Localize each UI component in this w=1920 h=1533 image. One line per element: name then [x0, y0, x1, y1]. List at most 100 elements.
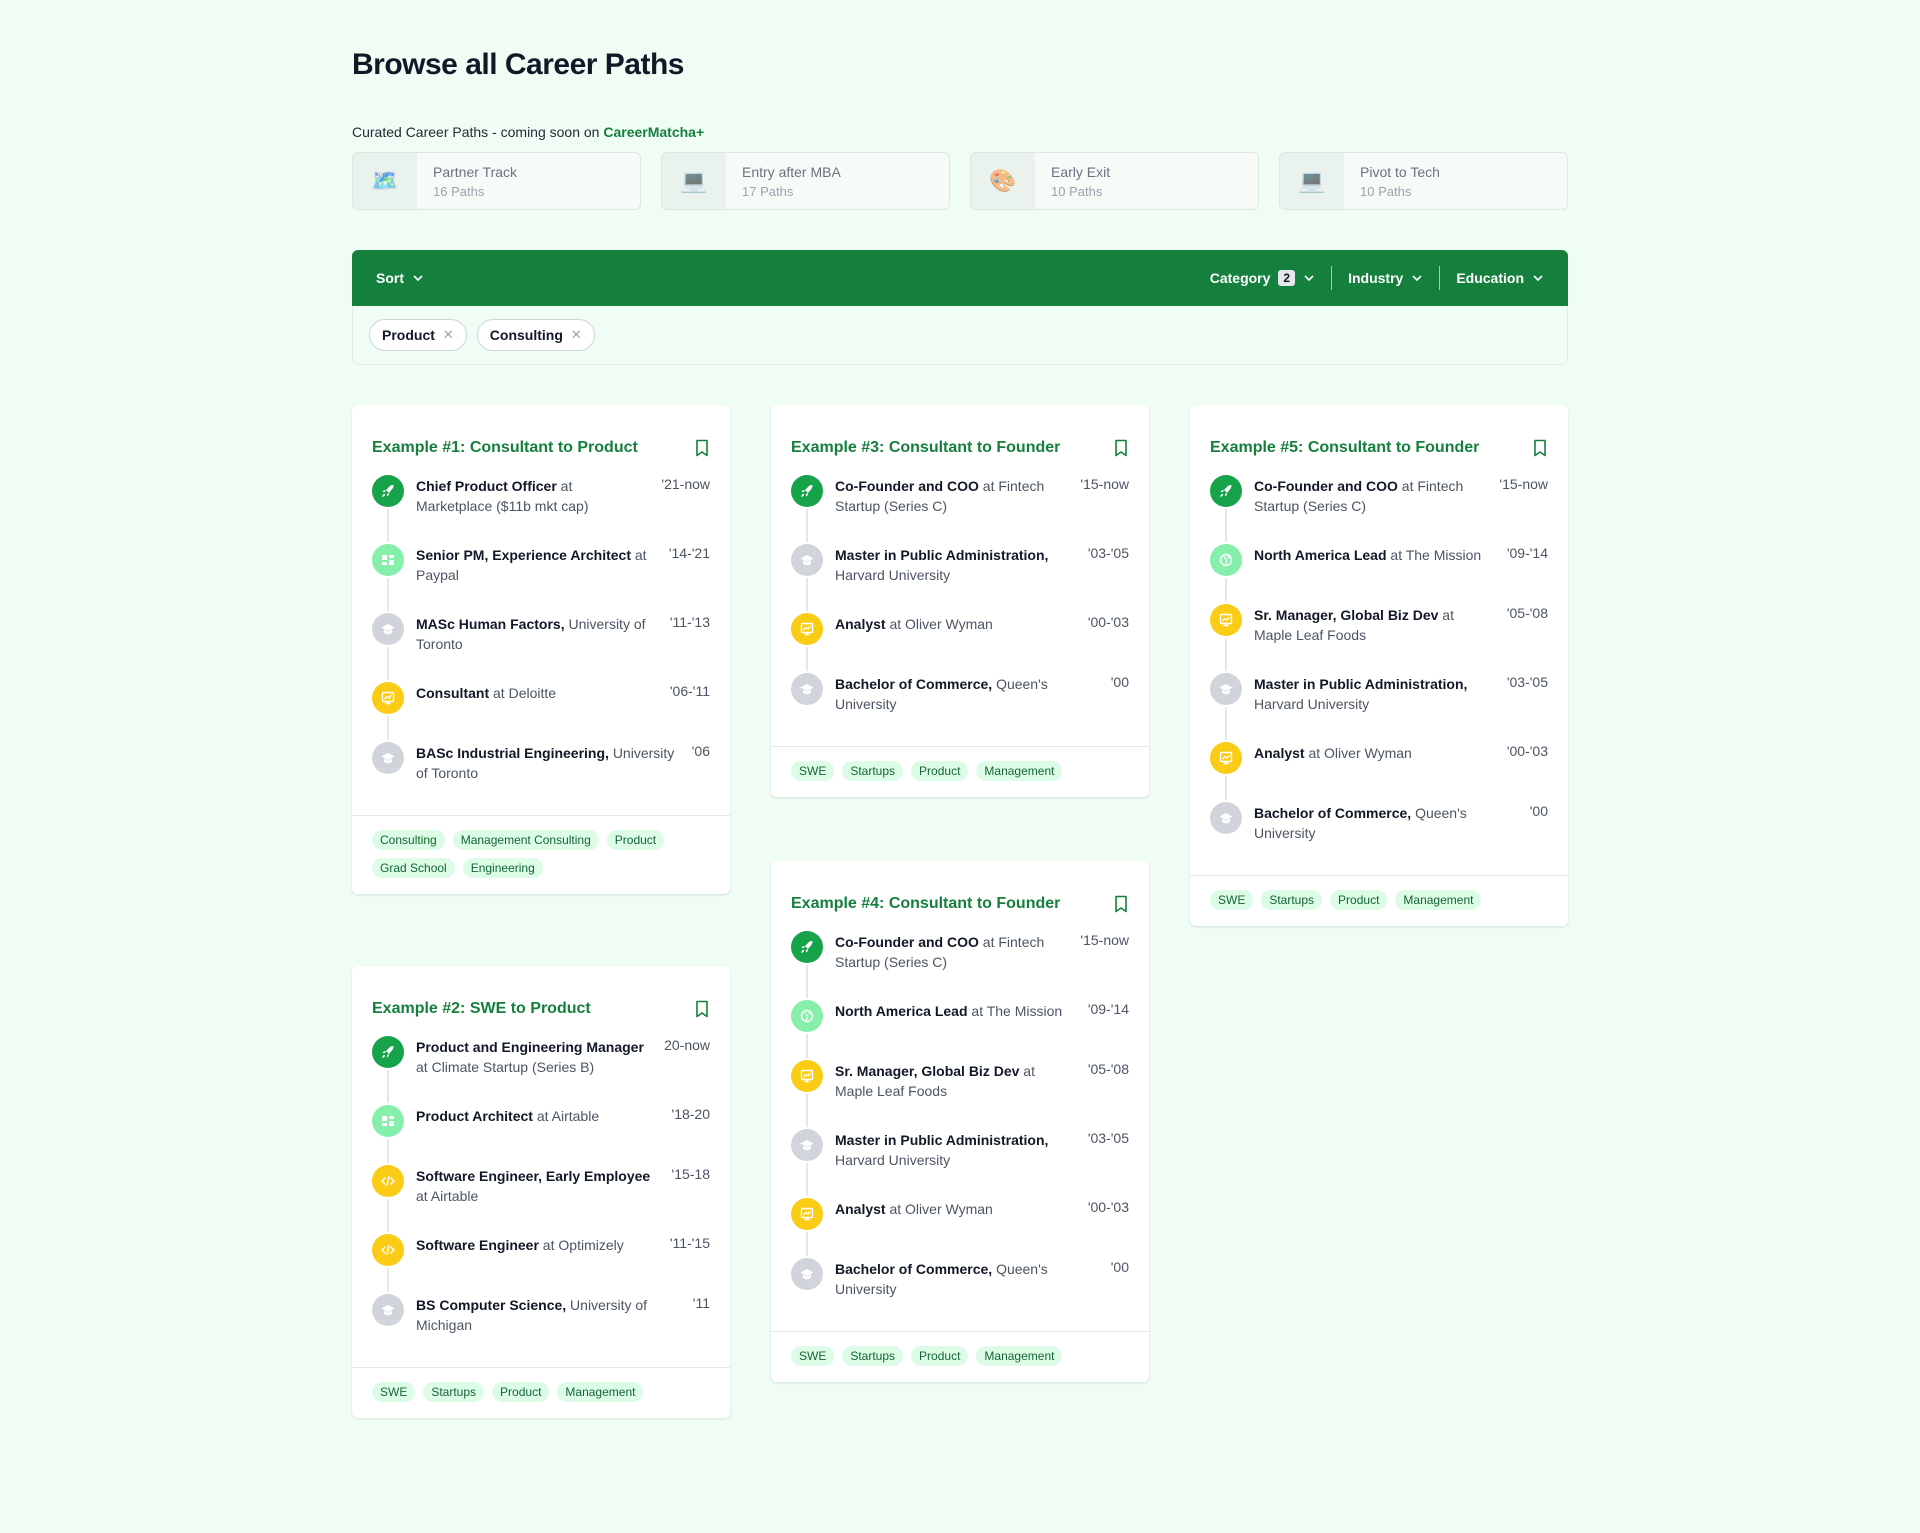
- card-title[interactable]: Example #1: Consultant to Product: [372, 439, 638, 457]
- sort-dropdown[interactable]: Sort: [352, 270, 424, 286]
- filter-chip-label: Consulting: [489, 327, 563, 343]
- curated-path-card[interactable]: 💻 Pivot to Tech 10 Paths: [1279, 152, 1568, 210]
- tag[interactable]: Consulting: [372, 830, 445, 850]
- career-path-card[interactable]: Example #5: Consultant to Founder Co-Foun…: [1190, 405, 1568, 926]
- timeline-body: Co-Founder and COO at Fintech Startup (S…: [1254, 475, 1487, 516]
- graduation-cap-icon: [372, 1294, 404, 1326]
- date-range: '05-'08: [1506, 605, 1548, 621]
- tag[interactable]: Product: [911, 761, 969, 781]
- timeline-item: Consultant at Deloitte '06-'11: [372, 682, 710, 742]
- timeline-body: Master in Public Administration, Harvard…: [835, 1129, 1076, 1170]
- timeline-body: Sr. Manager, Global Biz Dev at Maple Lea…: [835, 1060, 1076, 1101]
- category-count-badge: 2: [1278, 270, 1296, 286]
- timeline-item: Master in Public Administration, Harvard…: [791, 1129, 1129, 1198]
- tag[interactable]: Startups: [423, 1382, 485, 1402]
- organization: Optimizely: [558, 1237, 624, 1253]
- education-dropdown[interactable]: Education: [1439, 266, 1568, 290]
- date-range: '03-'05: [1087, 1130, 1129, 1146]
- date-range: '11-'13: [669, 614, 710, 630]
- curated-path-name: Entry after MBA: [742, 163, 841, 180]
- date-range: '11-'15: [669, 1235, 710, 1251]
- board-icon: [372, 1105, 404, 1137]
- org-separator: at: [885, 616, 906, 632]
- role-title: Co-Founder and COO: [1254, 478, 1398, 494]
- tag[interactable]: Product: [606, 830, 665, 850]
- filter-chip[interactable]: Consulting ✕: [476, 319, 595, 351]
- timeline-item: Bachelor of Commerce, Queen's University…: [791, 1258, 1129, 1327]
- tag[interactable]: Engineering: [462, 858, 543, 878]
- role-title: Software Engineer: [416, 1237, 539, 1253]
- rocket-icon: [372, 475, 404, 507]
- timeline-body: Bachelor of Commerce, Queen's University: [835, 1258, 1099, 1299]
- category-dropdown[interactable]: Category 2: [1194, 266, 1331, 290]
- card-title[interactable]: Example #5: Consultant to Founder: [1210, 439, 1479, 457]
- tag[interactable]: SWE: [372, 1382, 416, 1402]
- tag[interactable]: Startups: [842, 761, 904, 781]
- curated-path-card[interactable]: 💻 Entry after MBA 17 Paths: [661, 152, 950, 210]
- timeline-item: Product and Engineering Manager at Clima…: [372, 1036, 710, 1105]
- card-title[interactable]: Example #3: Consultant to Founder: [791, 439, 1060, 457]
- timeline-body: Product and Engineering Manager at Clima…: [416, 1036, 652, 1077]
- tag[interactable]: Grad School: [372, 858, 455, 878]
- bookmark-icon[interactable]: [694, 1000, 710, 1018]
- career-path-card[interactable]: Example #2: SWE to Product Product and En…: [352, 966, 730, 1418]
- tag[interactable]: Management: [976, 761, 1063, 781]
- timeline-body: BASc Industrial Engineering, University …: [416, 742, 680, 783]
- career-path-card[interactable]: Example #3: Consultant to Founder Co-Foun…: [771, 405, 1149, 797]
- tag[interactable]: SWE: [791, 761, 835, 781]
- tag[interactable]: Startups: [842, 1346, 904, 1366]
- tag[interactable]: SWE: [791, 1346, 835, 1366]
- role-title: Sr. Manager, Global Biz Dev: [1254, 607, 1439, 623]
- bookmark-icon[interactable]: [1532, 439, 1548, 457]
- filter-chip[interactable]: Product ✕: [369, 319, 467, 351]
- brand-link[interactable]: CareerMatcha+: [603, 124, 704, 140]
- timeline-body: Analyst at Oliver Wyman: [835, 613, 1076, 634]
- close-icon[interactable]: ✕: [571, 327, 582, 343]
- tag[interactable]: Startups: [1261, 890, 1323, 910]
- tag[interactable]: Product: [492, 1382, 550, 1402]
- curated-prefix: Curated Career Paths - coming soon on: [352, 124, 604, 140]
- tag[interactable]: Management: [1395, 890, 1482, 910]
- card-title[interactable]: Example #2: SWE to Product: [372, 1000, 591, 1018]
- tag[interactable]: Product: [911, 1346, 969, 1366]
- timeline-body: Sr. Manager, Global Biz Dev at Maple Lea…: [1254, 604, 1495, 645]
- bookmark-icon[interactable]: [1113, 895, 1129, 913]
- organization: Marketplace ($11b mkt cap): [416, 498, 589, 514]
- timeline-item: BS Computer Science, University of Michi…: [372, 1294, 710, 1363]
- curated-path-card[interactable]: 🗺️ Partner Track 16 Paths: [352, 152, 641, 210]
- close-icon[interactable]: ✕: [443, 327, 454, 343]
- rocket-icon: [1210, 475, 1242, 507]
- role-title: Master in Public Administration,: [1254, 676, 1468, 692]
- card-title[interactable]: Example #4: Consultant to Founder: [791, 895, 1060, 913]
- tag[interactable]: Management: [976, 1346, 1063, 1366]
- sort-label: Sort: [376, 270, 404, 286]
- timeline-body: Master in Public Administration, Harvard…: [1254, 673, 1495, 714]
- role-title: Consultant: [416, 685, 490, 701]
- graduation-cap-icon: [1210, 673, 1242, 705]
- tag[interactable]: SWE: [1210, 890, 1254, 910]
- tag[interactable]: Management Consulting: [452, 830, 599, 850]
- timeline-item: Analyst at Oliver Wyman '00-'03: [1210, 742, 1548, 802]
- bookmark-icon[interactable]: [694, 439, 710, 457]
- timeline-body: Software Engineer, Early Employee at Air…: [416, 1165, 660, 1206]
- career-timeline: Co-Founder and COO at Fintech Startup (S…: [771, 465, 1149, 746]
- timeline-item: Software Engineer at Optimizely '11-'15: [372, 1234, 710, 1294]
- curated-path-name: Pivot to Tech: [1360, 163, 1440, 180]
- timeline-body: Senior PM, Experience Architect at Paypa…: [416, 544, 657, 585]
- tag[interactable]: Management: [557, 1382, 644, 1402]
- tag[interactable]: Product: [1330, 890, 1388, 910]
- date-range: '03-'05: [1087, 545, 1129, 561]
- chart-icon: [791, 613, 823, 645]
- role-title: North America Lead: [1254, 547, 1387, 563]
- career-path-card[interactable]: Example #4: Consultant to Founder Co-Foun…: [771, 861, 1149, 1382]
- date-range: '00-'03: [1087, 614, 1129, 630]
- bookmark-icon[interactable]: [1113, 439, 1129, 457]
- career-path-card[interactable]: Example #1: Consultant to Product Chief P…: [352, 405, 730, 894]
- career-timeline: Product and Engineering Manager at Clima…: [352, 1026, 730, 1367]
- rocket-icon: [791, 475, 823, 507]
- date-range: '00: [1529, 803, 1548, 819]
- industry-dropdown[interactable]: Industry: [1331, 266, 1439, 290]
- curated-path-card[interactable]: 🎨 Early Exit 10 Paths: [970, 152, 1259, 210]
- role-title: Master in Public Administration,: [835, 1132, 1049, 1148]
- timeline-item: Co-Founder and COO at Fintech Startup (S…: [1210, 475, 1548, 544]
